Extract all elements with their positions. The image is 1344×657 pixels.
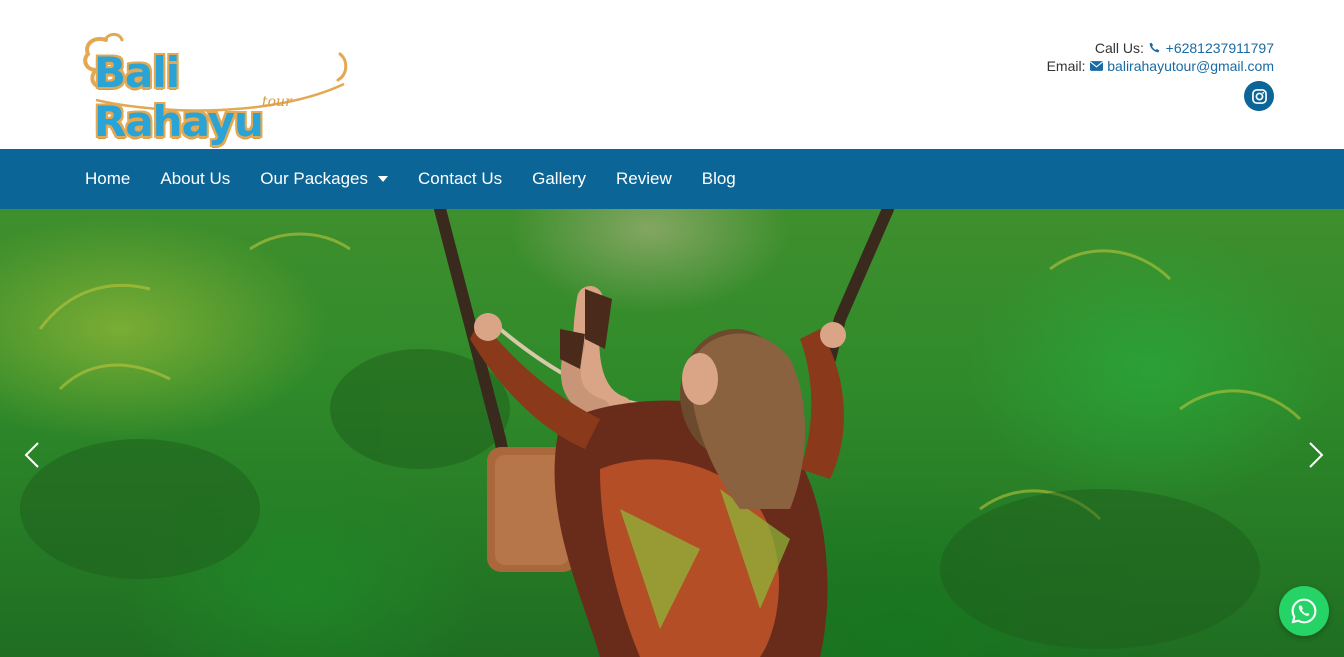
envelope-icon — [1089, 57, 1103, 75]
instagram-button[interactable] — [1244, 81, 1274, 111]
nav-label: Blog — [701, 169, 736, 188]
phone-link[interactable]: +6281237911797 — [1166, 40, 1274, 56]
call-label: Call Us: — [1094, 40, 1144, 56]
whatsapp-button[interactable] — [1279, 586, 1329, 636]
phone-icon — [1148, 39, 1162, 57]
nav-item-about-us[interactable]: About Us — [160, 169, 230, 189]
hero-image — [20, 209, 1302, 657]
chevron-right-icon — [1309, 442, 1324, 468]
nav-item-contact-us[interactable]: Contact Us — [418, 169, 502, 189]
nav-label: Contact Us — [418, 169, 503, 188]
logo-tagline: tour — [262, 94, 292, 110]
email-line: Email: balirahayutour@gmail.com — [1047, 57, 1274, 75]
phone-line: Call Us: +6281237911797 — [1047, 39, 1274, 57]
site-header: Bali Rahayu tour Call Us: +6281237911797… — [0, 0, 1344, 149]
slider-prev-button[interactable] — [22, 441, 42, 469]
caret-down-icon — [378, 176, 389, 182]
contact-info: Call Us: +6281237911797 Email: balirahay… — [1047, 39, 1274, 75]
nav-label: About Us — [160, 169, 231, 188]
main-nav: Home About Us Our Packages Contact Us Ga… — [0, 149, 1344, 209]
logo-wordmark: Bali Rahayu — [94, 48, 264, 146]
hero-slider — [0, 209, 1344, 657]
nav-label: Review — [615, 169, 672, 188]
nav-label: Home — [85, 169, 131, 188]
nav-item-our-packages[interactable]: Our Packages — [260, 169, 389, 189]
nav-item-home[interactable]: Home — [85, 169, 130, 189]
whatsapp-icon — [1291, 598, 1317, 624]
nav-item-blog[interactable]: Blog — [702, 169, 736, 189]
nav-list: Home About Us Our Packages Contact Us Ga… — [85, 149, 766, 209]
chevron-left-icon — [24, 442, 39, 468]
nav-item-review[interactable]: Review — [616, 169, 672, 189]
logo[interactable]: Bali Rahayu tour — [76, 30, 356, 146]
email-label: Email: — [1046, 58, 1086, 74]
nav-label: Gallery — [532, 169, 586, 188]
nav-label: Our Packages — [260, 169, 369, 188]
slider-next-button[interactable] — [1306, 441, 1326, 469]
email-link[interactable]: balirahayutour@gmail.com — [1107, 58, 1274, 74]
instagram-icon — [1251, 88, 1267, 104]
nav-item-gallery[interactable]: Gallery — [532, 169, 586, 189]
